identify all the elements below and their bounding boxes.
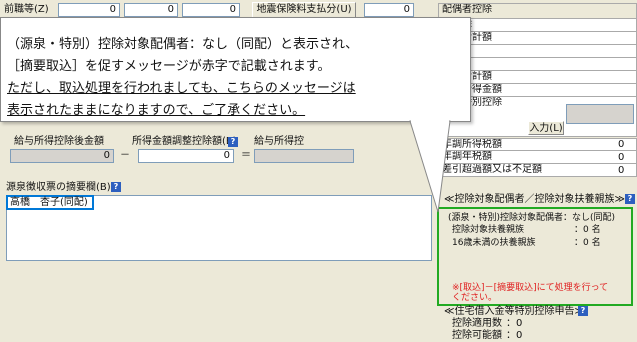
- tokubetsu-input: [566, 104, 634, 124]
- callout-line-2: ［摘要取込］を促すメッセージが赤字で記載されます。: [7, 59, 331, 74]
- jutaku-row1-value: ：0: [506, 318, 523, 329]
- zenshoku-label: 前職等(Z): [4, 4, 49, 15]
- nencho-nenzei-row: 年調年税額: [438, 151, 637, 164]
- callout-line-3: ただし、取込処理を行われましても、こちらのメッセージは: [7, 81, 356, 96]
- fuyo-row1: (源泉・特別)控除対象配偶者：なし(同配): [448, 213, 616, 223]
- kyuyo-label: 給与所得控除後金額: [14, 136, 104, 147]
- callout-pointer: [409, 120, 451, 213]
- jutaku-row1-label: 控除適用数: [452, 318, 502, 329]
- kyuyo2-label: 給与所得控: [254, 136, 304, 147]
- fuyo-help-icon[interactable]: ?: [625, 194, 635, 204]
- jutaku-help-icon[interactable]: ?: [578, 306, 588, 316]
- fuyo-row2-label: 控除対象扶養親族: [452, 225, 525, 235]
- jutaku-row2-value: ：0: [506, 330, 523, 341]
- fuyo-warning: ※[取込]－[摘要取込]にて処理を行って ください。: [452, 283, 609, 303]
- tekiyo-content: 高橋 杏子(同配): [10, 197, 88, 208]
- zenshoku-input-1[interactable]: 0: [58, 3, 120, 17]
- fuyo-row3-label: 16歳未満の扶養親族: [452, 238, 536, 248]
- kyuyo2-input: [254, 149, 354, 163]
- shotoku-input[interactable]: 0: [138, 149, 234, 163]
- callout-line-4: 表示されたままになりますので、ご了承ください。: [7, 103, 306, 118]
- zenshoku-input-2[interactable]: 0: [124, 3, 178, 17]
- tekiyo-help-icon[interactable]: ?: [111, 182, 121, 192]
- nencho-shotokuzei-value: 0: [618, 139, 625, 150]
- fuyo-header: ≪控除対象配偶者／控除対象扶養親族≫: [444, 194, 625, 205]
- op-minus: －: [120, 150, 130, 161]
- nyuryoku-button[interactable]: 入力(L): [528, 121, 564, 135]
- jishin-button[interactable]: 地震保険料支払分(U): [252, 2, 356, 18]
- callout-box: （源泉・特別）控除対象配偶者：なし（同配）と表示され、 ［摘要取込］を促すメッセ…: [0, 17, 471, 122]
- nencho-shotokuzei-row: 年調所得税額: [438, 138, 637, 151]
- jutaku-row2-label: 控除可能額: [452, 330, 502, 341]
- nencho-nenzei-value: 0: [618, 152, 625, 163]
- callout-line-1: （源泉・特別）控除対象配偶者：なし（同配）と表示され、: [7, 37, 359, 52]
- jishin-input[interactable]: 0: [364, 3, 414, 17]
- op-equals: ＝: [241, 150, 251, 161]
- fuyo-row2-value: ：0 名: [574, 225, 601, 235]
- jutaku-header: ≪住宅借入金等特別控除申告≫: [444, 306, 585, 317]
- tekiyo-label: 源泉徴収票の摘要欄(B): [6, 182, 111, 193]
- fuyo-row3-value: ：0 名: [574, 238, 601, 248]
- zenshoku-input-3[interactable]: 0: [182, 3, 240, 17]
- sabiki-row: 差引超過額又は不足額: [438, 164, 637, 177]
- shotoku-help-icon[interactable]: ?: [228, 137, 238, 147]
- kyuyo-input: 0: [10, 149, 114, 163]
- shotoku-label: 所得金額調整控除額(B): [132, 136, 237, 147]
- sabiki-value: 0: [618, 165, 625, 176]
